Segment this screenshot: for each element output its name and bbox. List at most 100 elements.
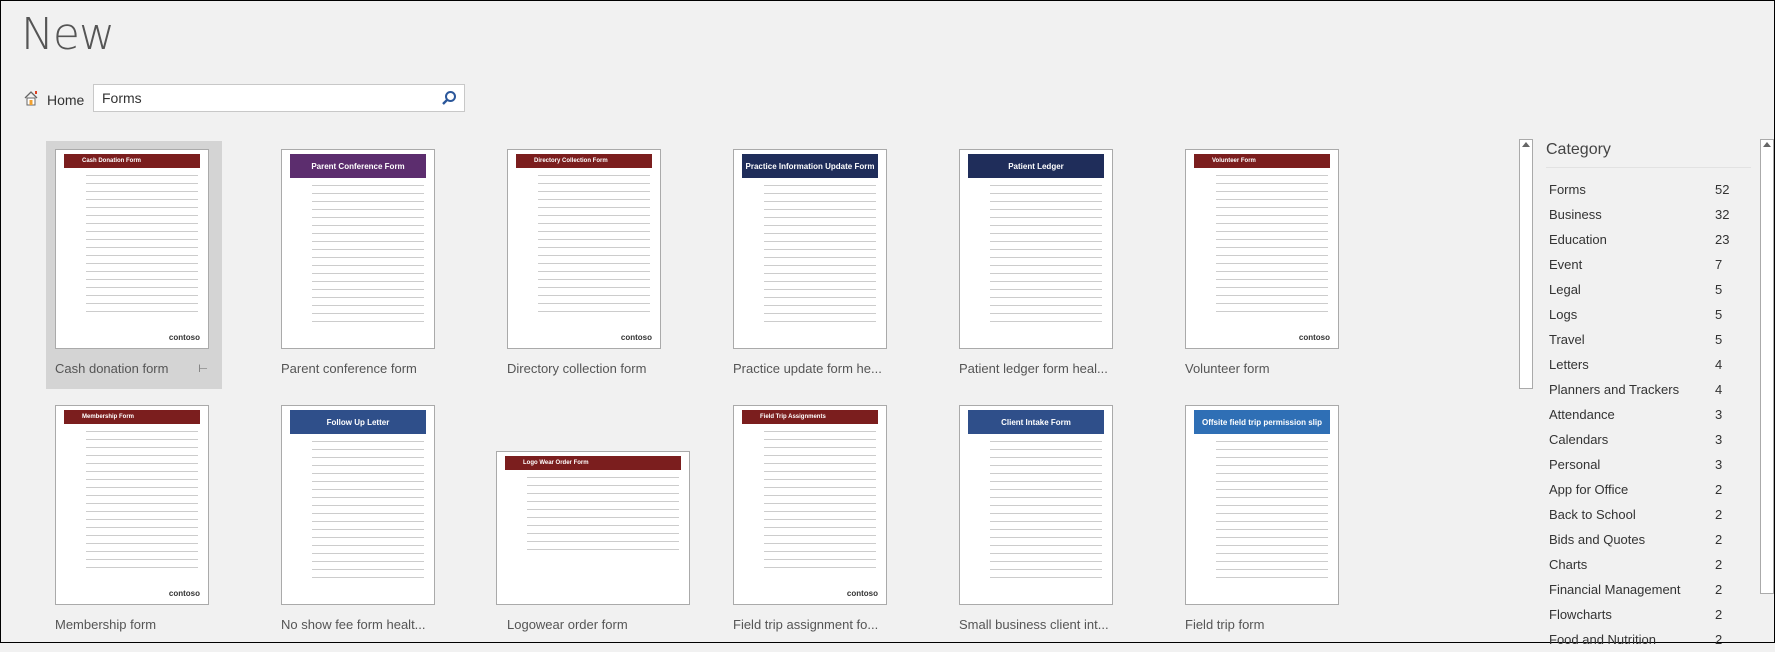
form-line: [538, 183, 650, 184]
template-thumbnail[interactable]: Patient Ledger: [959, 149, 1113, 349]
category-item[interactable]: Logs 5: [1549, 302, 1739, 327]
category-name: Calendars: [1549, 432, 1609, 447]
form-line: [1216, 271, 1328, 272]
form-line: [764, 447, 876, 448]
template-tile[interactable]: Follow Up Letter No show fee form healt.…: [272, 397, 448, 645]
template-tile[interactable]: Cash Donation Form contoso Cash donation…: [46, 141, 222, 389]
template-tile[interactable]: Volunteer Form contoso Volunteer form: [1176, 141, 1352, 389]
form-line: [527, 493, 679, 494]
category-item[interactable]: Planners and Trackers 4: [1549, 377, 1739, 402]
pin-icon[interactable]: ⊢: [198, 362, 208, 375]
form-line: [764, 313, 876, 314]
thumbnail-header: Follow Up Letter: [290, 410, 426, 434]
template-thumbnail[interactable]: Parent Conference Form: [281, 149, 435, 349]
form-line: [312, 497, 424, 498]
category-item[interactable]: Education 23: [1549, 227, 1739, 252]
category-scrollbar[interactable]: [1760, 139, 1774, 594]
template-thumbnail[interactable]: Field Trip Assignments contoso: [733, 405, 887, 605]
form-line: [990, 529, 1102, 530]
template-label: Small business client int...: [959, 617, 1109, 632]
form-line: [312, 289, 424, 290]
form-line: [86, 199, 198, 200]
template-tile[interactable]: Logo Wear Order Form Logowear order form: [496, 397, 690, 645]
form-line: [1216, 513, 1328, 514]
form-line: [312, 305, 424, 306]
template-tile[interactable]: Parent Conference Form Parent conference…: [272, 141, 448, 389]
form-line: [86, 191, 198, 192]
category-count: 4: [1715, 357, 1723, 372]
scroll-up-arrow[interactable]: [1763, 142, 1771, 147]
form-line: [1216, 441, 1328, 442]
category-count: 3: [1715, 432, 1723, 447]
home-link[interactable]: Home: [23, 90, 84, 109]
category-item[interactable]: Bids and Quotes 2: [1549, 527, 1739, 552]
form-line: [990, 457, 1102, 458]
form-line: [764, 431, 876, 432]
category-item[interactable]: Business 32: [1549, 202, 1739, 227]
template-tile[interactable]: Client Intake Form Small business client…: [950, 397, 1126, 645]
category-item[interactable]: Forms 52: [1549, 177, 1739, 202]
category-name: Charts: [1549, 557, 1588, 572]
form-line: [527, 541, 679, 542]
template-thumbnail[interactable]: Logo Wear Order Form: [496, 451, 690, 605]
thumbnail-header: Parent Conference Form: [290, 154, 426, 178]
category-item[interactable]: Attendance 3: [1549, 402, 1739, 427]
search-input[interactable]: [94, 85, 440, 111]
form-line: [990, 569, 1102, 570]
template-label: Cash donation form: [55, 361, 169, 376]
thumbnail-header: Offsite field trip permission slip: [1194, 410, 1330, 434]
category-count: 2: [1715, 607, 1723, 622]
category-item[interactable]: Legal 5: [1549, 277, 1739, 302]
form-line: [1216, 207, 1328, 208]
category-item[interactable]: Flowcharts 2: [1549, 602, 1739, 627]
template-thumbnail[interactable]: Offsite field trip permission slip: [1185, 405, 1339, 605]
template-thumbnail[interactable]: Cash Donation Form contoso: [55, 149, 209, 349]
template-label: Field trip form: [1185, 617, 1265, 632]
form-line: [990, 233, 1102, 234]
category-item[interactable]: Calendars 3: [1549, 427, 1739, 452]
form-line: [990, 545, 1102, 546]
template-tile[interactable]: Directory Collection Form contoso Direct…: [498, 141, 674, 389]
template-thumbnail[interactable]: Practice Information Update Form: [733, 149, 887, 349]
category-item[interactable]: Personal 3: [1549, 452, 1739, 477]
form-line: [538, 263, 650, 264]
search-box[interactable]: [93, 84, 465, 112]
home-label: Home: [47, 91, 85, 108]
category-item[interactable]: Back to School 2: [1549, 502, 1739, 527]
form-line: [527, 477, 679, 478]
category-item[interactable]: App for Office 2: [1549, 477, 1739, 502]
form-line: [86, 567, 198, 568]
form-line: [1216, 223, 1328, 224]
template-tile[interactable]: Patient Ledger Patient ledger form heal.…: [950, 141, 1126, 389]
category-item[interactable]: Event 7: [1549, 252, 1739, 277]
template-tile[interactable]: Practice Information Update Form Practic…: [724, 141, 900, 389]
scroll-up-arrow[interactable]: [1522, 142, 1530, 147]
form-line: [312, 185, 424, 186]
template-thumbnail[interactable]: Directory Collection Form contoso: [507, 149, 661, 349]
template-thumbnail[interactable]: Follow Up Letter: [281, 405, 435, 605]
category-item[interactable]: Financial Management 2: [1549, 577, 1739, 602]
form-line: [764, 503, 876, 504]
template-tile[interactable]: Field Trip Assignments contoso Field tri…: [724, 397, 900, 645]
form-line: [764, 479, 876, 480]
category-name: Bids and Quotes: [1549, 532, 1646, 547]
template-thumbnail[interactable]: Membership Form contoso: [55, 405, 209, 605]
category-item[interactable]: Charts 2: [1549, 552, 1739, 577]
category-count: 5: [1715, 282, 1723, 297]
gallery-scrollbar[interactable]: [1519, 139, 1533, 389]
form-line: [86, 263, 198, 264]
template-tile[interactable]: Membership Form contoso Membership form: [46, 397, 222, 645]
template-thumbnail[interactable]: Client Intake Form: [959, 405, 1113, 605]
search-icon[interactable]: [441, 90, 457, 111]
category-item[interactable]: Food and Nutrition 2: [1549, 627, 1739, 652]
template-label: Membership form: [55, 617, 157, 632]
category-heading: Category: [1546, 141, 1751, 168]
category-name: App for Office: [1549, 482, 1629, 497]
template-tile[interactable]: Offsite field trip permission slip Field…: [1176, 397, 1352, 645]
category-item[interactable]: Travel 5: [1549, 327, 1739, 352]
template-thumbnail[interactable]: Volunteer Form contoso: [1185, 149, 1339, 349]
category-item[interactable]: Letters 4: [1549, 352, 1739, 377]
form-line: [86, 303, 198, 304]
form-line: [1216, 473, 1328, 474]
form-line: [312, 529, 424, 530]
